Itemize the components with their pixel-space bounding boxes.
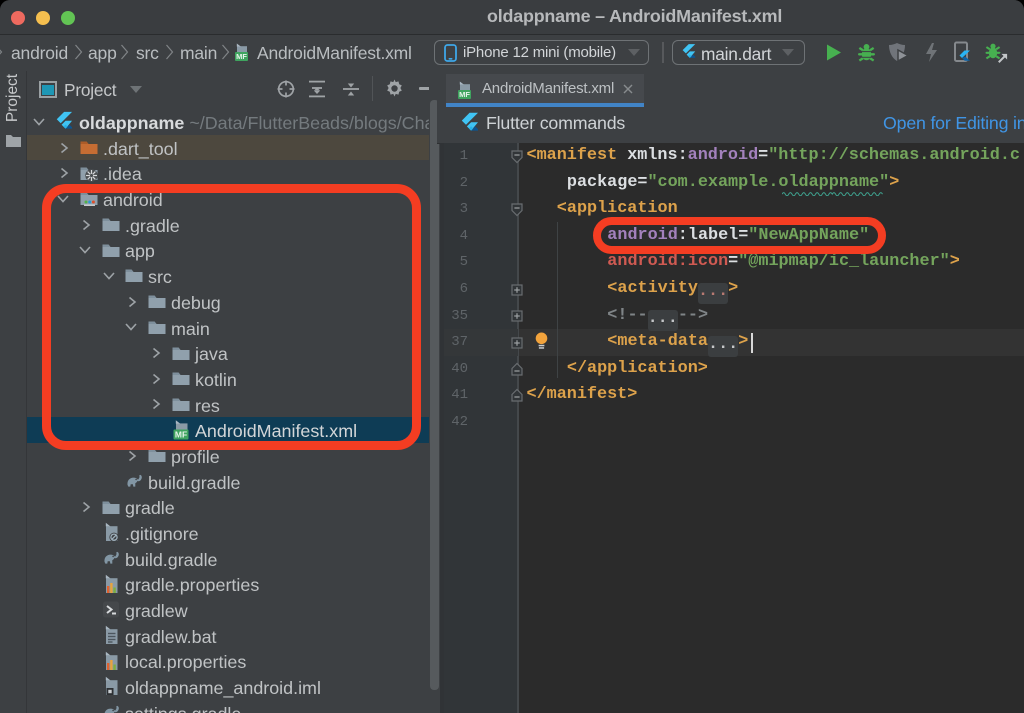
svg-text:MF: MF — [236, 52, 247, 61]
svg-text:MF: MF — [459, 90, 470, 99]
